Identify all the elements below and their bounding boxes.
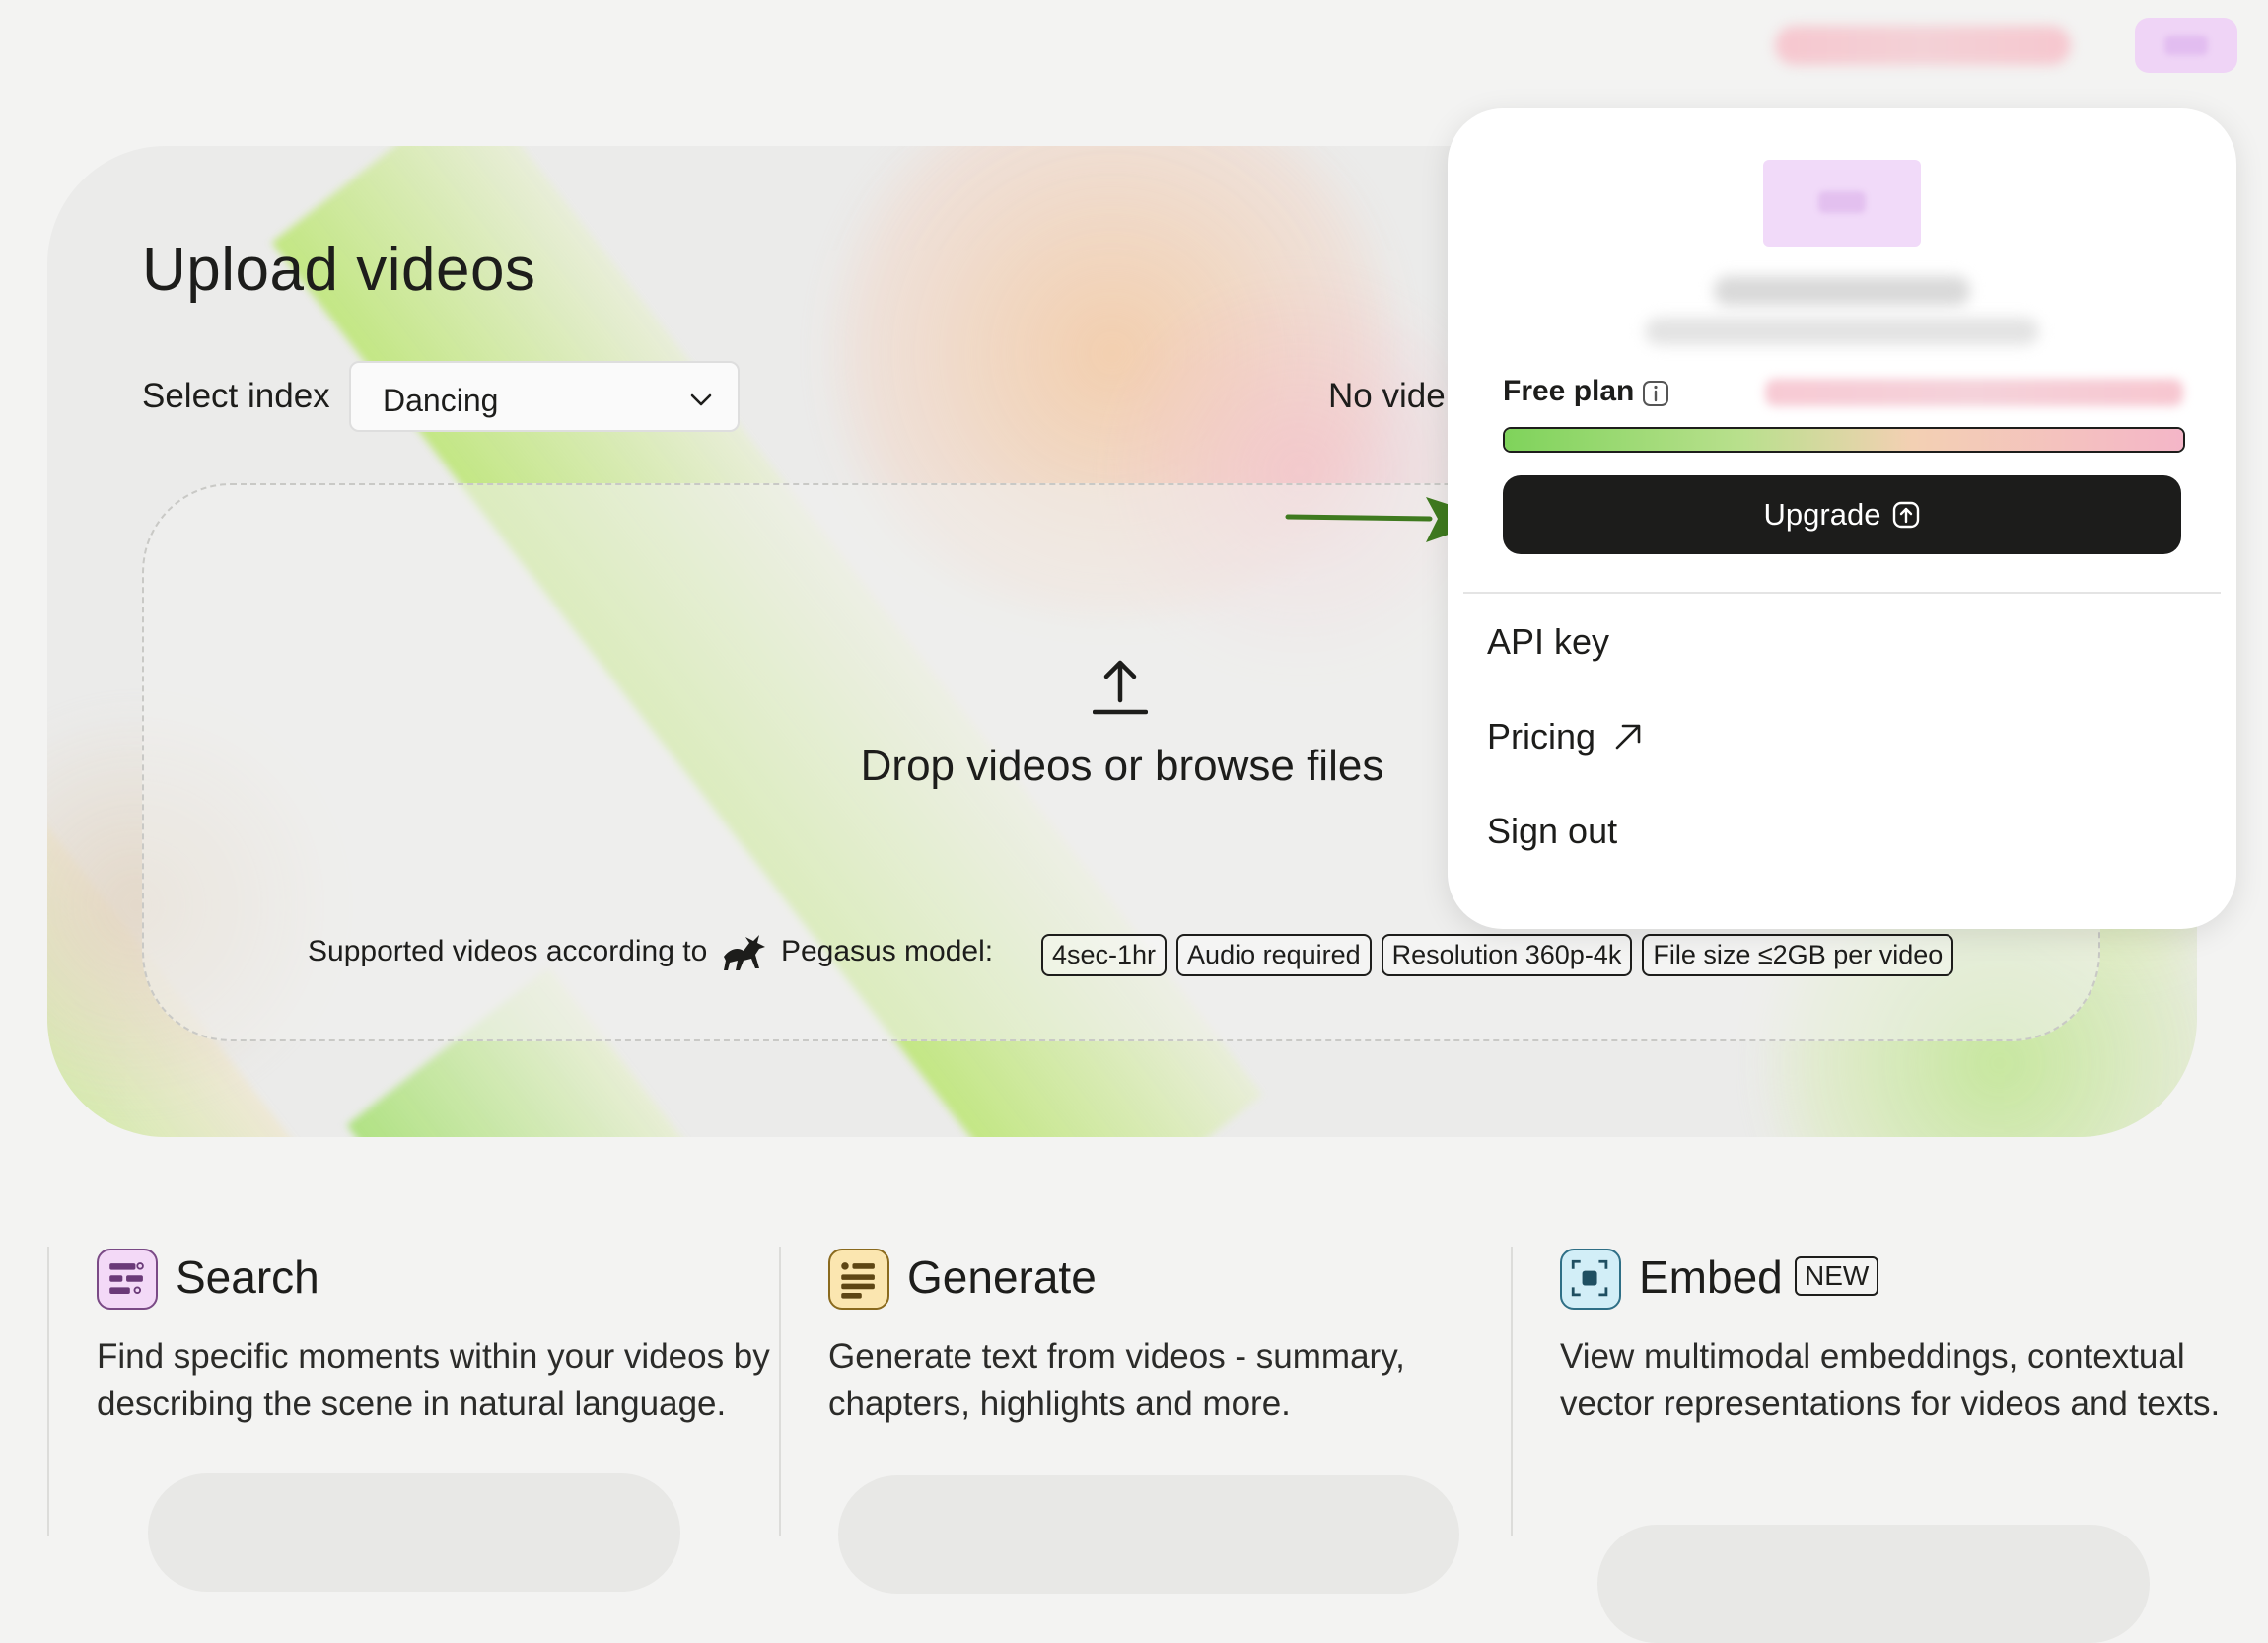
account-menu: Free plan Upgrade API key Pricing Sign o… (1448, 108, 2236, 929)
info-icon[interactable] (1641, 379, 1670, 408)
feature-description: Generate text from videos - summary, cha… (828, 1337, 1405, 1423)
upgrade-button[interactable]: Upgrade (1503, 475, 2181, 554)
feature-card-preview (148, 1473, 680, 1592)
avatar-initials-blurred (1818, 191, 1866, 213)
supported-videos-note: Supported videos according to Pegasus mo… (308, 933, 993, 972)
external-link-arrow-icon (1615, 724, 1641, 750)
menu-item-api-key[interactable]: API key (1487, 621, 1609, 663)
menu-item-pricing[interactable]: Pricing (1487, 716, 1645, 757)
tag-file-size: File size ≤2GB per video (1642, 934, 1954, 976)
page-title: Upload videos (142, 236, 536, 304)
tag-duration: 4sec-1hr (1041, 934, 1168, 976)
tag-audio: Audio required (1176, 934, 1372, 976)
upgrade-arrow-icon (1893, 501, 1920, 529)
requirement-tags: 4sec-1hr Audio required Resolution 360p-… (1041, 934, 1954, 976)
feature-title: Embed (1639, 1251, 1783, 1303)
upgrade-label: Upgrade (1763, 497, 1881, 532)
avatar-button[interactable] (2135, 18, 2237, 73)
upload-icon (1093, 660, 1148, 715)
pegasus-horse-icon (723, 935, 765, 970)
feature-title: Search (176, 1251, 319, 1303)
usage-progress-bar (1503, 427, 2185, 453)
supported-prefix: Supported videos according to (308, 934, 708, 967)
usage-progress-fill (1505, 429, 2183, 451)
feature-card-preview (838, 1475, 1459, 1594)
feature-title: Generate (907, 1251, 1097, 1303)
menu-item-label: Sign out (1487, 811, 1618, 851)
user-name-blurred (1714, 276, 1970, 306)
search-list-icon (97, 1249, 158, 1310)
text-lines-icon (828, 1249, 889, 1310)
menu-item-label: API key (1487, 621, 1610, 662)
no-video-status: No vide (1328, 377, 1446, 415)
feature-description: Find specific moments within your videos… (97, 1337, 770, 1423)
feature-description: View multimodal embeddings, contextual v… (1560, 1337, 2221, 1423)
tag-resolution: Resolution 360p-4k (1381, 934, 1633, 976)
feature-card-preview (1597, 1525, 2150, 1643)
index-select-value: Dancing (383, 383, 499, 418)
plan-label: Free plan (1503, 375, 1635, 407)
menu-avatar (1763, 160, 1921, 247)
menu-item-sign-out[interactable]: Sign out (1487, 811, 1617, 852)
supported-model: Pegasus model: (780, 934, 994, 967)
menu-item-label: Pricing (1487, 716, 1596, 756)
select-index-label: Select index (142, 377, 330, 415)
column-divider (47, 1247, 49, 1536)
embed-focus-icon (1560, 1249, 1621, 1310)
menu-divider (1463, 592, 2221, 594)
avatar-initials-blurred (2164, 36, 2208, 55)
user-email-blurred (1645, 318, 2039, 345)
chevron-down-icon (690, 393, 712, 406)
index-select[interactable]: Dancing (349, 361, 740, 432)
new-badge: NEW (1795, 1256, 1879, 1296)
usage-text-blurred (1765, 379, 2183, 406)
account-usage-blurred (1775, 26, 2071, 65)
